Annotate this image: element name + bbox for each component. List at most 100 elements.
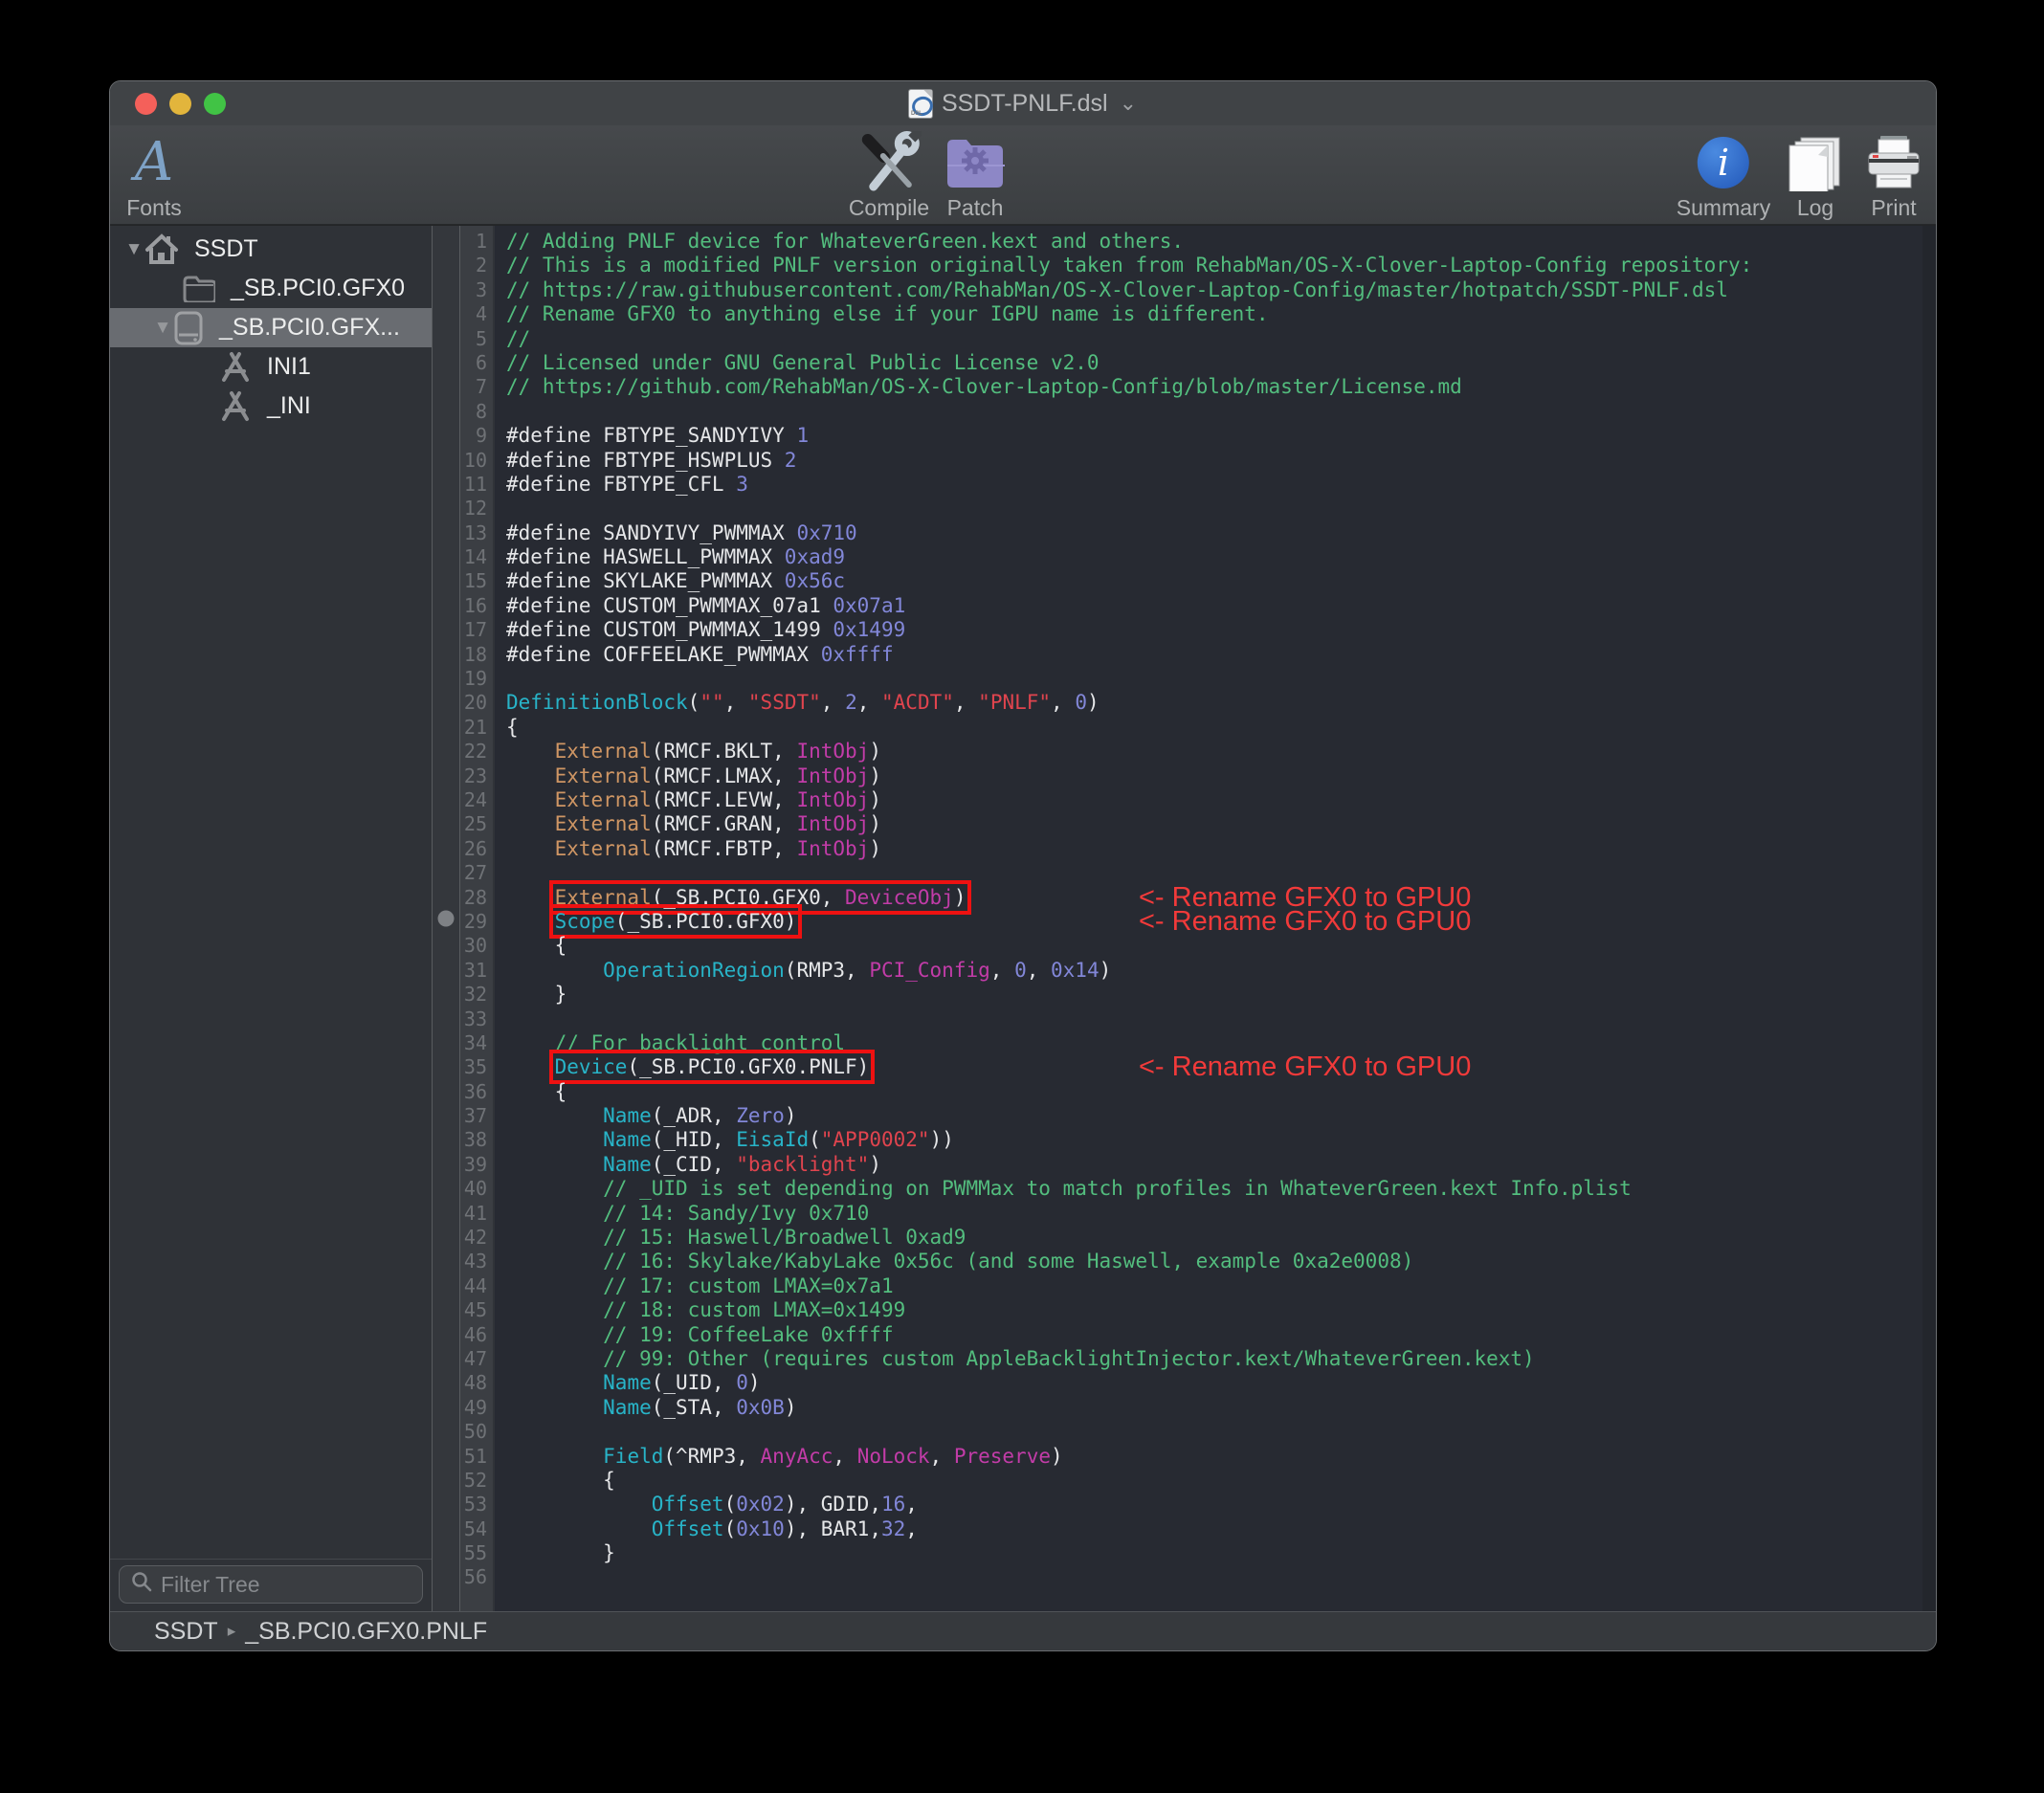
line-number: 53 xyxy=(460,1493,495,1516)
tree-item-label: _SB.PCI0.GFX... xyxy=(219,314,400,342)
code-token: // https://github.com/RehabMan/OS-X-Clov… xyxy=(506,375,1462,398)
filter-tree-input[interactable]: Filter Tree xyxy=(119,1565,423,1604)
code-line[interactable]: 3// https://raw.githubusercontent.com/Re… xyxy=(460,278,1922,302)
device-icon xyxy=(173,311,204,345)
close-button[interactable] xyxy=(135,93,157,115)
code-token: 0x14 xyxy=(1051,959,1100,982)
code-line[interactable]: 2// This is a modified PNLF version orig… xyxy=(460,254,1922,277)
code-line[interactable]: 54 Offset(0x10), BAR1,32, xyxy=(460,1517,1922,1541)
code-line[interactable]: 18#define COFFEELAKE_PWMMAX 0xffff xyxy=(460,643,1922,667)
code-line[interactable]: 14#define HASWELL_PWMMAX 0xad9 xyxy=(460,545,1922,569)
code-line[interactable]: 32 } xyxy=(460,983,1922,1007)
line-number: 10 xyxy=(460,449,495,473)
code-token: IntObj xyxy=(796,764,869,787)
window-title-group[interactable]: DSL SSDT-PNLF.dsl ⌄ xyxy=(909,90,1137,118)
code-line[interactable]: 38 Name(_HID, EisaId("APP0002")) xyxy=(460,1128,1922,1152)
code-line[interactable]: 19 xyxy=(460,667,1922,691)
code-line[interactable]: 42 // 15: Haswell/Broadwell 0xad9 xyxy=(460,1226,1922,1250)
minimize-button[interactable] xyxy=(169,93,191,115)
code-token: Zero xyxy=(736,1104,785,1127)
code-text: } xyxy=(506,1541,615,1565)
code-line[interactable]: 44 // 17: custom LMAX=0x7a1 xyxy=(460,1274,1922,1298)
code-token: "SSDT" xyxy=(748,691,821,714)
code-line[interactable]: 29 Scope(_SB.PCI0.GFX0)<- Rename GFX0 to… xyxy=(460,910,1922,934)
code-line[interactable]: 4// Rename GFX0 to anything else if your… xyxy=(460,302,1922,326)
code-line[interactable]: 8 xyxy=(460,400,1922,424)
fonts-button[interactable]: A Fonts xyxy=(126,131,182,221)
code-line[interactable]: 22 External(RMCF.BKLT, IntObj) xyxy=(460,740,1922,764)
code-line[interactable]: 30 { xyxy=(460,934,1922,958)
pane-divider[interactable] xyxy=(432,226,460,1611)
code-line[interactable]: 40 // _UID is set depending on PWMMax to… xyxy=(460,1177,1922,1201)
vertical-scrollbar[interactable] xyxy=(1922,226,1936,1611)
code-token: IntObj xyxy=(796,740,869,763)
code-line[interactable]: 36 { xyxy=(460,1080,1922,1104)
code-line[interactable]: 49 Name(_STA, 0x0B) xyxy=(460,1396,1922,1420)
patch-button[interactable]: Patch xyxy=(945,131,1005,221)
code-token: (_ADR, xyxy=(652,1104,737,1127)
tree-item-ssdt[interactable]: ▼ SSDT xyxy=(110,230,432,269)
code-line[interactable]: 15#define SKYLAKE_PWMMAX 0x56c xyxy=(460,569,1922,593)
code-line[interactable]: 6// Licensed under GNU General Public Li… xyxy=(460,351,1922,375)
code-line[interactable]: 11#define FBTYPE_CFL 3 xyxy=(460,473,1922,497)
code-token: { xyxy=(506,716,519,739)
tree-item-ini[interactable]: _INI xyxy=(110,387,432,426)
code-line[interactable]: 20DefinitionBlock("", "SSDT", 2, "ACDT",… xyxy=(460,691,1922,715)
tree-item-ini1[interactable]: INI1 xyxy=(110,347,432,387)
code-line[interactable]: 5// xyxy=(460,327,1922,351)
code-line[interactable]: 53 Offset(0x02), GDID,16, xyxy=(460,1493,1922,1516)
code-line[interactable]: 50 xyxy=(460,1420,1922,1444)
code-line[interactable]: 25 External(RMCF.GRAN, IntObj) xyxy=(460,812,1922,836)
code-line[interactable]: 46 // 19: CoffeeLake 0xffff xyxy=(460,1323,1922,1347)
code-line[interactable]: 16#define CUSTOM_PWMMAX_07a1 0x07a1 xyxy=(460,594,1922,618)
chevron-down-icon[interactable]: ⌄ xyxy=(1120,91,1137,116)
code-line[interactable]: 9#define FBTYPE_SANDYIVY 1 xyxy=(460,424,1922,448)
code-line[interactable]: 48 Name(_UID, 0) xyxy=(460,1371,1922,1395)
code-line[interactable]: 12 xyxy=(460,497,1922,520)
code-text: // 18: custom LMAX=0x1499 xyxy=(506,1298,905,1322)
code-line[interactable]: 52 { xyxy=(460,1469,1922,1493)
code-line[interactable]: 35 Device(_SB.PCI0.GFX0.PNLF)<- Rename G… xyxy=(460,1055,1922,1079)
code-line[interactable]: 33 xyxy=(460,1007,1922,1031)
code-line[interactable]: 10#define FBTYPE_HSWPLUS 2 xyxy=(460,449,1922,473)
tree-item-gfx0-selected[interactable]: ▼ _SB.PCI0.GFX... xyxy=(110,308,432,347)
code-line[interactable]: 45 // 18: custom LMAX=0x1499 xyxy=(460,1298,1922,1322)
zoom-button[interactable] xyxy=(204,93,226,115)
compile-button[interactable]: Compile xyxy=(849,131,929,221)
code-line[interactable]: 41 // 14: Sandy/Ivy 0x710 xyxy=(460,1202,1922,1226)
tree-item-gfx0-folder[interactable]: _SB.PCI0.GFX0 xyxy=(110,269,432,308)
line-number: 16 xyxy=(460,594,495,618)
tree-item-label: SSDT xyxy=(194,235,258,263)
code-line[interactable]: 17#define CUSTOM_PWMMAX_1499 0x1499 xyxy=(460,618,1922,642)
code-line[interactable]: 56 xyxy=(460,1565,1922,1589)
code-line[interactable]: 24 External(RMCF.LEVW, IntObj) xyxy=(460,788,1922,812)
disclosure-triangle-icon[interactable]: ▼ xyxy=(152,318,173,339)
code-line[interactable]: 31 OperationRegion(RMP3, PCI_Config, 0, … xyxy=(460,959,1922,983)
code-line[interactable]: 23 External(RMCF.LMAX, IntObj) xyxy=(460,764,1922,788)
code-line[interactable]: 43 // 16: Skylake/KabyLake 0x56c (and so… xyxy=(460,1250,1922,1273)
code-token: Scope xyxy=(555,910,615,933)
divider-handle[interactable] xyxy=(438,911,455,927)
code-token: Preserve xyxy=(954,1445,1051,1468)
code-line[interactable]: 21{ xyxy=(460,716,1922,740)
code-line[interactable]: 55 } xyxy=(460,1541,1922,1565)
code-editor[interactable]: 1// Adding PNLF device for WhateverGreen… xyxy=(460,226,1936,1611)
code-token: ) xyxy=(1087,691,1100,714)
code-token xyxy=(506,1323,603,1346)
code-line[interactable]: 51 Field(^RMP3, AnyAcc, NoLock, Preserve… xyxy=(460,1445,1922,1469)
disclosure-triangle-icon[interactable]: ▼ xyxy=(123,239,144,260)
summary-button[interactable]: i Summary xyxy=(1677,131,1770,221)
code-token xyxy=(506,1298,603,1321)
code-line[interactable]: 13#define SANDYIVY_PWMMAX 0x710 xyxy=(460,521,1922,545)
code-token xyxy=(506,1031,555,1054)
line-number: 4 xyxy=(460,302,495,326)
code-line[interactable]: 7// https://github.com/RehabMan/OS-X-Clo… xyxy=(460,375,1922,399)
print-button[interactable]: Print xyxy=(1865,131,1922,221)
code-line[interactable]: 39 Name(_CID, "backlight") xyxy=(460,1153,1922,1177)
line-number: 49 xyxy=(460,1396,495,1420)
code-line[interactable]: 26 External(RMCF.FBTP, IntObj) xyxy=(460,837,1922,861)
log-button[interactable]: Log xyxy=(1788,131,1843,221)
code-line[interactable]: 1// Adding PNLF device for WhateverGreen… xyxy=(460,230,1922,254)
code-line[interactable]: 37 Name(_ADR, Zero) xyxy=(460,1104,1922,1128)
code-line[interactable]: 47 // 99: Other (requires custom AppleBa… xyxy=(460,1347,1922,1371)
